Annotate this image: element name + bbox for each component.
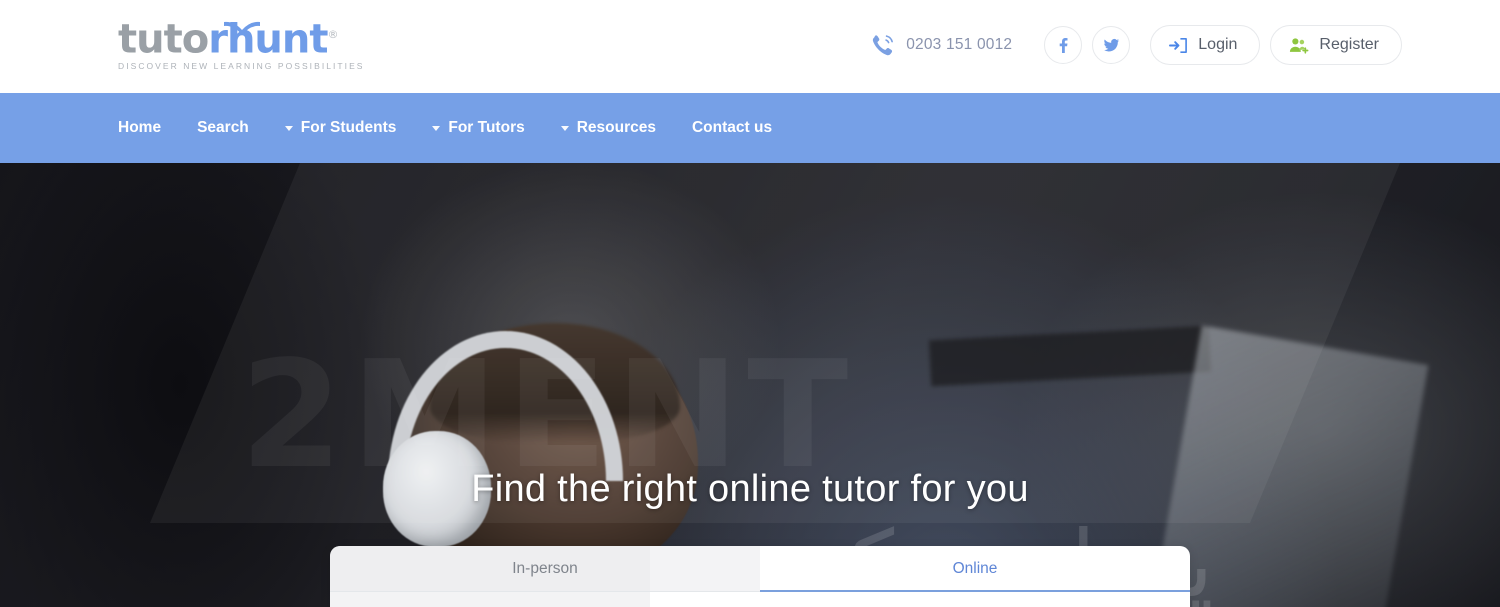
sign-in-icon — [1169, 37, 1188, 53]
twitter-button[interactable] — [1092, 26, 1131, 64]
nav-label: Home — [118, 119, 162, 136]
add-user-icon — [1290, 37, 1309, 54]
nav-item-contact-us[interactable]: Contact us — [692, 119, 772, 137]
chevron-down-icon — [432, 125, 441, 131]
nav-label: For Students — [300, 119, 397, 136]
facebook-icon — [1059, 37, 1068, 53]
nav-item-for-tutors[interactable]: For Tutors — [432, 119, 525, 137]
chevron-down-icon — [284, 125, 293, 131]
hero-section: 2MENT پرداخت کن خوب Find the right onlin… — [0, 163, 1500, 607]
nav-item-home[interactable]: Home — [118, 119, 161, 137]
nav-item-search[interactable]: Search — [197, 119, 249, 137]
page-root: tutorhunt® DISCOVER NEW LEARNING POSSIBI… — [0, 0, 1500, 607]
phone-block[interactable]: 0203 151 0012 — [869, 32, 1012, 58]
nav-label: For Tutors — [448, 119, 525, 136]
header-actions: 0203 151 0012 Login Register — [869, 22, 1402, 68]
register-button[interactable]: Register — [1270, 25, 1402, 65]
login-button[interactable]: Login — [1150, 25, 1261, 65]
tab-label: Online — [952, 559, 998, 577]
nav-label: Resources — [576, 119, 656, 136]
logo-registered-mark: ® — [327, 28, 339, 41]
logo-text-o: o — [181, 16, 210, 63]
site-logo[interactable]: tutorhunt® DISCOVER NEW LEARNING POSSIBI… — [118, 14, 378, 72]
facebook-button[interactable] — [1044, 26, 1083, 64]
search-tabs: In-person Online — [330, 546, 1190, 592]
logo-swoosh-icon — [224, 21, 260, 35]
nav-item-for-students[interactable]: For Students — [284, 119, 397, 137]
search-form: All Levels — [330, 592, 1190, 607]
nav-label: Search — [197, 119, 249, 136]
tab-online[interactable]: Online — [760, 546, 1190, 592]
nav-item-resources[interactable]: Resources — [560, 119, 656, 137]
twitter-icon — [1103, 38, 1119, 51]
logo-tagline: DISCOVER NEW LEARNING POSSIBILITIES — [118, 61, 365, 72]
page-title: Find the right online tutor for you — [471, 468, 1029, 510]
phone-call-icon — [873, 35, 894, 56]
chevron-down-icon — [560, 125, 569, 131]
search-card: In-person Online All Levels — [330, 546, 1190, 607]
tab-label: In-person — [512, 559, 578, 577]
site-header: tutorhunt® DISCOVER NEW LEARNING POSSIBI… — [0, 0, 1500, 93]
phone-number: 0203 151 0012 — [906, 36, 1013, 53]
register-label: Register — [1319, 36, 1379, 53]
logo-text-tut: tut — [118, 16, 183, 63]
nav-label: Contact us — [691, 119, 773, 136]
login-label: Login — [1198, 36, 1238, 53]
tab-in-person[interactable]: In-person — [330, 546, 760, 591]
main-navigation: Home Search For Students For Tutors Reso… — [0, 93, 1500, 163]
